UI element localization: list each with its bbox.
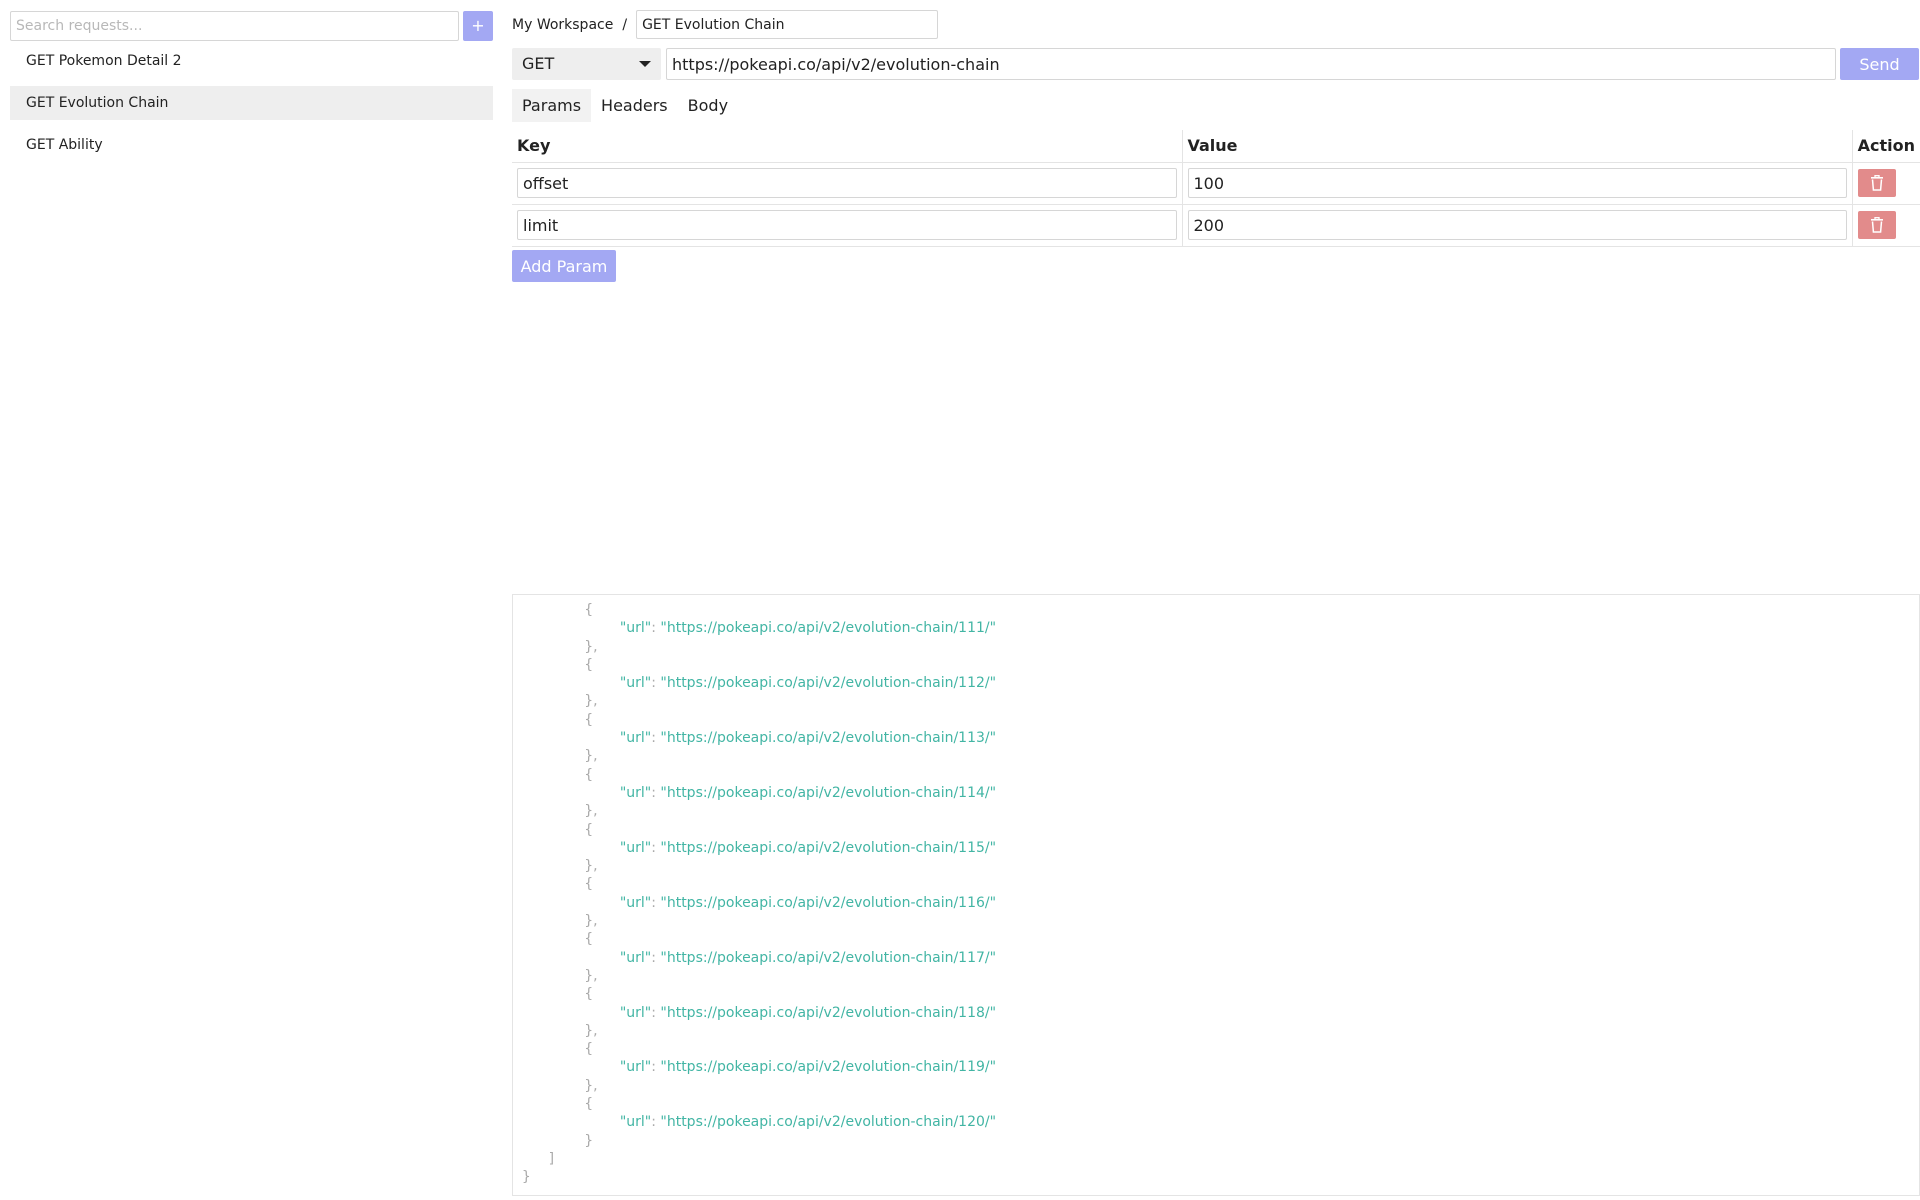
params-table: Key Value Action <box>512 130 1920 247</box>
json-url-line: "url": "https://pokeapi.co/api/v2/evolut… <box>619 730 997 747</box>
json-brace: { <box>513 1041 594 1058</box>
trash-icon <box>1870 175 1883 191</box>
json-brace: { <box>513 1096 594 1113</box>
param-value-cell <box>1182 204 1853 247</box>
json-brace: }, <box>513 803 598 820</box>
param-key-input[interactable] <box>517 210 1177 240</box>
json-brace: }, <box>513 1022 598 1039</box>
search-row: + <box>10 11 493 41</box>
json-brace: } <box>513 1132 594 1149</box>
delete-param-button[interactable] <box>1857 169 1896 197</box>
json-brace: { <box>513 821 594 838</box>
param-value-cell <box>1182 162 1853 205</box>
sidebar-item-label: GET Evolution Chain <box>26 95 169 111</box>
json-url-line: "url": "https://pokeapi.co/api/v2/evolut… <box>619 894 997 911</box>
param-key-cell <box>512 162 1183 205</box>
json-brace: }, <box>513 858 598 875</box>
url-row: GET Send <box>512 48 1919 80</box>
send-button[interactable]: Send <box>1840 48 1919 80</box>
json-url-line: "url": "https://pokeapi.co/api/v2/evolut… <box>619 784 997 801</box>
url-input[interactable] <box>666 48 1836 80</box>
trash-icon <box>1870 217 1883 233</box>
sidebar-item-label: GET Pokemon Detail 2 <box>26 53 182 69</box>
search-input[interactable] <box>10 11 459 41</box>
add-request-button[interactable]: + <box>463 11 493 41</box>
breadcrumb-separator: / <box>622 16 628 33</box>
json-url-line: "url": "https://pokeapi.co/api/v2/evolut… <box>619 1114 997 1131</box>
json-brace: { <box>513 602 594 618</box>
json-brace: { <box>513 711 594 728</box>
column-header-key: Key <box>512 130 1183 163</box>
json-brace: { <box>513 766 594 783</box>
sidebar-item-ability[interactable]: GET Ability <box>10 128 493 162</box>
sidebar: + GET Pokemon Detail 2 GET Evolution Cha… <box>0 0 500 1200</box>
json-brace: { <box>513 986 594 1003</box>
request-name-input[interactable] <box>636 10 939 39</box>
method-value: GET <box>522 54 555 73</box>
json-url-line: "url": "https://pokeapi.co/api/v2/evolut… <box>619 620 997 637</box>
delete-param-button[interactable] <box>1857 211 1896 239</box>
json-url-line: "url": "https://pokeapi.co/api/v2/evolut… <box>619 839 997 856</box>
json-brace: { <box>513 656 594 673</box>
method-select[interactable]: GET <box>512 48 661 80</box>
json-url-line: "url": "https://pokeapi.co/api/v2/evolut… <box>619 949 997 966</box>
json-brace: { <box>513 931 594 948</box>
main-panel: My Workspace / GET Send Params Headers B… <box>512 0 1920 1200</box>
json-brace: }, <box>513 967 598 984</box>
table-row <box>512 162 1920 205</box>
tab-headers[interactable]: Headers <box>591 89 678 122</box>
param-value-input[interactable] <box>1187 210 1847 240</box>
tab-body[interactable]: Body <box>678 89 738 122</box>
json-brace: }, <box>513 638 598 655</box>
caret-down-icon <box>639 61 651 67</box>
json-brace: } <box>513 1169 531 1186</box>
params-header-row: Key Value Action <box>512 130 1920 163</box>
sidebar-item-evolution-chain[interactable]: GET Evolution Chain <box>10 86 493 120</box>
json-brace: { <box>513 876 594 893</box>
breadcrumb-workspace[interactable]: My Workspace <box>512 17 613 33</box>
param-key-input[interactable] <box>517 168 1177 198</box>
table-row <box>512 204 1920 247</box>
json-url-line: "url": "https://pokeapi.co/api/v2/evolut… <box>619 1059 997 1076</box>
request-tabs: Params Headers Body <box>512 89 738 122</box>
param-key-cell <box>512 204 1183 247</box>
json-brace: }, <box>513 693 598 710</box>
tab-params[interactable]: Params <box>512 89 592 122</box>
response-code: { "url": "https://pokeapi.co/api/v2/evol… <box>513 601 1919 1187</box>
column-header-action: Action <box>1852 130 1920 163</box>
json-brace: }, <box>513 748 598 765</box>
param-action-cell <box>1852 162 1920 205</box>
json-brace: }, <box>513 913 598 930</box>
response-panel[interactable]: { "url": "https://pokeapi.co/api/v2/evol… <box>512 594 1920 1196</box>
json-url-line: "url": "https://pokeapi.co/api/v2/evolut… <box>619 1004 997 1021</box>
json-url-line: "url": "https://pokeapi.co/api/v2/evolut… <box>619 675 997 692</box>
json-brace: }, <box>513 1077 598 1094</box>
column-header-value: Value <box>1182 130 1853 163</box>
json-bracket: ] <box>513 1150 555 1167</box>
add-param-button[interactable]: Add Param <box>512 250 616 282</box>
param-value-input[interactable] <box>1187 168 1847 198</box>
request-list: GET Pokemon Detail 2 GET Evolution Chain… <box>10 44 493 170</box>
sidebar-item-label: GET Ability <box>26 137 103 153</box>
sidebar-item-pokemon-detail-2[interactable]: GET Pokemon Detail 2 <box>10 44 493 78</box>
breadcrumb: My Workspace / <box>512 10 939 39</box>
param-action-cell <box>1852 204 1920 247</box>
